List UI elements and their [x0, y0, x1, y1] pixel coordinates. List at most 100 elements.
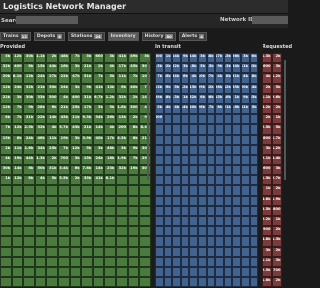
- inventory-slot[interactable]: 32k: [172, 63, 181, 74]
- inventory-slot[interactable]: 28k: [215, 83, 224, 94]
- inventory-slot[interactable]: 1.1k: [262, 93, 272, 104]
- inventory-slot[interactable]: 19k: [127, 165, 140, 176]
- inventory-slot[interactable]: 20k: [0, 73, 12, 84]
- inventory-slot[interactable]: 25k: [69, 103, 82, 115]
- inventory-slot[interactable]: 5k: [104, 73, 116, 84]
- inventory-slot[interactable]: 9k: [215, 63, 224, 74]
- inventory-slot[interactable]: 25k: [46, 144, 58, 155]
- inventory-slot[interactable]: 1.7k: [272, 134, 282, 145]
- inventory-slot[interactable]: 12k: [11, 175, 24, 186]
- inventory-slot[interactable]: 48k: [104, 144, 116, 155]
- tab-history[interactable]: History 80: [141, 32, 176, 41]
- inventory-slot[interactable]: 2.5k: [223, 53, 233, 64]
- inventory-slot[interactable]: 11k: [11, 144, 24, 155]
- inventory-slot[interactable]: 17k: [81, 103, 93, 115]
- inventory-slot[interactable]: 35k: [81, 175, 93, 186]
- inventory-slot[interactable]: 14k: [189, 53, 198, 64]
- inventory-slot[interactable]: 2k: [46, 154, 58, 166]
- inventory-slot[interactable]: 12k: [0, 83, 12, 94]
- inventory-slot[interactable]: 7k: [92, 73, 105, 84]
- inventory-slot[interactable]: 24k: [11, 83, 24, 94]
- inventory-slot[interactable]: 3k: [92, 103, 105, 115]
- inventory-slot[interactable]: 32k: [0, 63, 12, 74]
- inventory-slot[interactable]: 31k: [240, 103, 250, 115]
- inventory-slot[interactable]: 8k: [127, 124, 140, 135]
- inventory-slot[interactable]: 3k: [180, 63, 190, 74]
- inventory-slot[interactable]: 45k: [127, 63, 140, 74]
- inventory-slot[interactable]: 25k: [163, 83, 173, 94]
- inventory-slot[interactable]: 3.5k: [262, 205, 272, 216]
- inventory-slot[interactable]: 48k: [206, 53, 216, 64]
- inventory-slot[interactable]: 5k: [115, 144, 128, 155]
- inventory-slot[interactable]: 300: [127, 103, 140, 115]
- inventory-slot[interactable]: 31k: [81, 93, 93, 104]
- inventory-slot[interactable]: 45k: [163, 73, 173, 84]
- inventory-slot[interactable]: 9k: [81, 83, 93, 94]
- inventory-slot[interactable]: 29k: [197, 83, 207, 94]
- inventory-slot[interactable]: 1k: [262, 185, 272, 196]
- inventory-slot[interactable]: 1.2k: [104, 93, 116, 104]
- inventory-slot[interactable]: 10k: [197, 73, 207, 84]
- inventory-slot[interactable]: 3k: [197, 53, 207, 64]
- inventory-slot[interactable]: 14k: [172, 53, 181, 64]
- inventory-slot[interactable]: 1.5k: [155, 63, 164, 74]
- inventory-slot[interactable]: 5k: [81, 144, 93, 155]
- inventory-slot[interactable]: 3k: [262, 144, 272, 155]
- inventory-slot[interactable]: 9k: [180, 53, 190, 64]
- inventory-slot[interactable]: 14k: [46, 114, 58, 125]
- inventory-slot[interactable]: 22k: [57, 73, 70, 84]
- inventory-slot[interactable]: 1.6k: [232, 103, 241, 115]
- inventory-slot[interactable]: 3.9k: [81, 134, 93, 145]
- inventory-slot[interactable]: 7k: [127, 73, 140, 84]
- search-input[interactable]: [16, 16, 78, 24]
- inventory-slot[interactable]: 1k: [272, 216, 282, 227]
- inventory-slot[interactable]: 47k: [69, 73, 82, 84]
- inventory-slot[interactable]: 24k: [34, 73, 47, 84]
- inventory-slot[interactable]: 13k: [23, 73, 35, 84]
- inventory-slot[interactable]: 2k: [69, 175, 82, 186]
- inventory-slot[interactable]: 1.9k: [272, 195, 282, 206]
- inventory-slot[interactable]: 11k: [46, 134, 58, 145]
- inventory-slot[interactable]: 2k: [262, 114, 272, 125]
- inventory-slot[interactable]: 1k: [272, 114, 282, 125]
- tab-inventory[interactable]: Inventory: [107, 32, 139, 41]
- inventory-slot[interactable]: 40k: [127, 83, 140, 94]
- inventory-slot[interactable]: 1.3k: [262, 53, 272, 64]
- inventory-slot[interactable]: 1.6k: [23, 144, 35, 155]
- inventory-slot[interactable]: 14k: [92, 165, 105, 176]
- inventory-slot[interactable]: 4k: [46, 124, 58, 135]
- inventory-slot[interactable]: 19k: [57, 134, 70, 145]
- inventory-slot[interactable]: 18k: [249, 73, 259, 84]
- inventory-slot[interactable]: 22k: [34, 114, 47, 125]
- inventory-slot[interactable]: 2k: [92, 63, 105, 74]
- inventory-slot[interactable]: 8k: [0, 114, 12, 125]
- inventory-slot[interactable]: 6k: [23, 165, 35, 176]
- inventory-slot[interactable]: 8k: [223, 73, 233, 84]
- inventory-slot[interactable]: 12k: [11, 124, 24, 135]
- inventory-slot[interactable]: 3k: [272, 165, 282, 176]
- inventory-slot[interactable]: 2.5k: [23, 124, 35, 135]
- inventory-slot[interactable]: 14k: [180, 103, 190, 115]
- inventory-slot[interactable]: 7k: [11, 103, 24, 115]
- inventory-slot[interactable]: 400: [69, 93, 82, 104]
- inventory-slot[interactable]: 5k: [272, 83, 282, 94]
- inventory-slot[interactable]: 2k: [272, 185, 282, 196]
- inventory-slot[interactable]: 2k: [0, 144, 12, 155]
- inventory-slot[interactable]: 20k: [240, 83, 250, 94]
- tab-stations[interactable]: Stations 24: [67, 32, 105, 41]
- inventory-slot[interactable]: 20k: [249, 53, 259, 64]
- inventory-slot[interactable]: 7.8k: [81, 165, 93, 176]
- inventory-slot[interactable]: 12k: [0, 103, 12, 115]
- inventory-slot[interactable]: 15k: [81, 154, 93, 166]
- inventory-slot[interactable]: 45k: [57, 114, 70, 125]
- inventory-slot[interactable]: 800: [262, 134, 272, 145]
- inventory-slot[interactable]: 1.8k: [189, 63, 198, 74]
- inventory-slot[interactable]: 1.2k: [272, 144, 282, 155]
- inventory-slot[interactable]: 11k: [69, 114, 82, 125]
- inventory-slot[interactable]: 1.3k: [34, 154, 47, 166]
- inventory-slot[interactable]: 49k: [155, 93, 164, 104]
- inventory-slot[interactable]: 1.5k: [262, 175, 272, 186]
- inventory-slot[interactable]: 44k: [23, 154, 35, 166]
- inventory-slot[interactable]: 4.6k: [262, 195, 272, 206]
- inventory-slot[interactable]: 30k: [23, 53, 35, 64]
